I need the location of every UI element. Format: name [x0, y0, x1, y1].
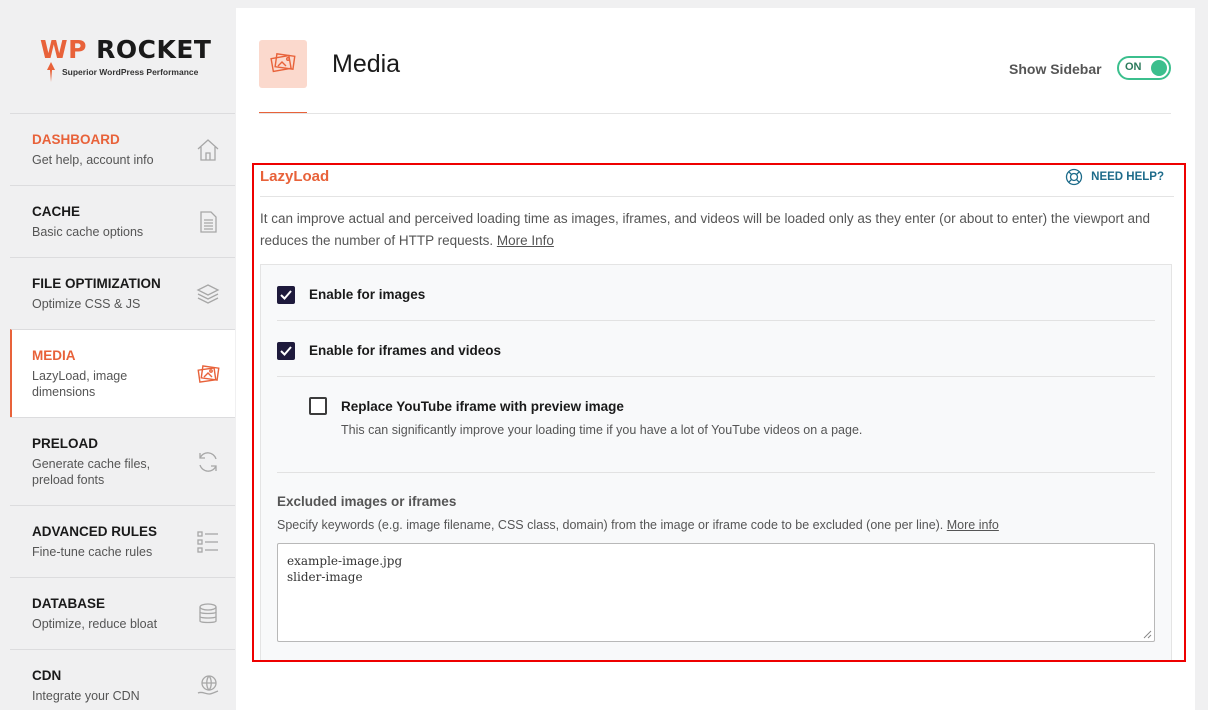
logo-rocket: ROCKET [96, 35, 212, 64]
sidebar-item-title: ADVANCED RULES [32, 524, 158, 539]
iframes-checkbox[interactable] [277, 342, 295, 360]
images-label: Enable for images [309, 287, 426, 302]
list-icon [197, 530, 218, 553]
option-divider [277, 472, 1155, 473]
section-divider [260, 196, 1174, 197]
section-description: It can improve actual and perceived load… [260, 208, 1170, 252]
sidebar-item-title: CDN [32, 668, 62, 683]
database-icon [199, 602, 217, 623]
sidebar-item-subtitle: Optimize, reduce bloat [32, 617, 158, 631]
sidebar-item-subtitle: Generate cache files, preload fonts [32, 457, 151, 487]
need-help-link[interactable]: NEED HELP? [1065, 168, 1164, 186]
excluded-description: Specify keywords (e.g. image filename, C… [277, 518, 999, 532]
section-title: LazyLoad [260, 168, 330, 185]
excluded-description-text: Specify keywords (e.g. image filename, C… [277, 518, 944, 532]
sidebar-item-title: FILE OPTIMIZATION [32, 276, 161, 291]
globe-hand-icon [197, 674, 219, 695]
sidebar-item-file-optimization[interactable]: FILE OPTIMIZATION Optimize CSS & JS [10, 257, 235, 329]
sidebar-item-preload[interactable]: PRELOAD Generate cache files, preload fo… [10, 417, 235, 505]
sidebar-item-dashboard[interactable]: DASHBOARD Get help, account info [10, 113, 235, 185]
excluded-title: Excluded images or iframes [277, 494, 457, 509]
page-title: Media [332, 50, 401, 78]
option-divider [277, 320, 1155, 321]
youtube-description: This can significantly improve your load… [341, 423, 863, 437]
lifebuoy-icon [1066, 168, 1083, 186]
sidebar-nav: DASHBOARD Get help, account info CACHE B… [10, 113, 235, 710]
logo-wp: WP [40, 35, 87, 64]
rocket-flame-icon [47, 62, 55, 82]
option-enable-iframes[interactable]: Enable for iframes and videos [277, 341, 1155, 361]
toggle-knob [1151, 60, 1167, 76]
need-help-label: NEED HELP? [1091, 171, 1164, 183]
media-header-icon [259, 40, 307, 88]
images-checkbox[interactable] [277, 286, 295, 304]
toggle-state-label: ON [1125, 61, 1142, 73]
iframes-label: Enable for iframes and videos [309, 343, 502, 358]
sidebar-item-advanced-rules[interactable]: ADVANCED RULES Fine-tune cache rules [10, 505, 235, 577]
logo-tagline: Superior WordPress Performance [62, 67, 199, 77]
option-divider [277, 376, 1155, 377]
excluded-more-info-link[interactable]: More info [947, 518, 999, 532]
sidebar: WP ROCKET Superior WordPress Performance… [0, 0, 235, 710]
sidebar-item-title: CACHE [32, 204, 81, 219]
layers-icon [196, 283, 220, 304]
more-info-link[interactable]: More Info [497, 233, 554, 248]
sidebar-item-cache[interactable]: CACHE Basic cache options [10, 185, 235, 257]
images-icon [197, 364, 220, 383]
option-youtube-preview[interactable]: Replace YouTube iframe with preview imag… [309, 397, 1155, 441]
sidebar-item-subtitle: LazyLoad, image dimensions [32, 369, 128, 399]
file-icon [200, 210, 217, 233]
logo-text: WP ROCKET [40, 36, 211, 64]
wp-rocket-logo[interactable]: WP ROCKET Superior WordPress Performance [40, 36, 211, 86]
sidebar-item-title: PRELOAD [32, 436, 99, 451]
sidebar-item-subtitle: Fine-tune cache rules [32, 545, 153, 559]
textarea-line: example-image.jpg [287, 554, 403, 568]
sidebar-item-cdn[interactable]: CDN Integrate your CDN [10, 649, 235, 710]
checkmark-icon [280, 290, 292, 300]
refresh-icon [199, 451, 217, 472]
sidebar-item-subtitle: Integrate your CDN [32, 689, 140, 703]
sidebar-item-title: DATABASE [32, 596, 105, 611]
sidebar-item-subtitle: Basic cache options [32, 225, 144, 239]
header-divider [259, 113, 1171, 114]
sidebar-item-title: MEDIA [32, 348, 76, 363]
show-sidebar-toggle[interactable]: ON [1117, 56, 1171, 80]
resize-grip-icon[interactable] [1143, 630, 1152, 639]
sidebar-item-media[interactable]: MEDIA LazyLoad, image dimensions [10, 329, 235, 417]
sidebar-item-subtitle: Optimize CSS & JS [32, 297, 141, 311]
option-enable-images[interactable]: Enable for images [277, 285, 1155, 305]
lazyload-section: LazyLoad NEED HELP? It can improve actua… [252, 163, 1186, 662]
home-icon [197, 138, 219, 161]
textarea-line: slider-image [287, 570, 363, 584]
youtube-label: Replace YouTube iframe with preview imag… [341, 399, 624, 414]
checkmark-icon [280, 346, 292, 356]
sidebar-item-database[interactable]: DATABASE Optimize, reduce bloat [10, 577, 235, 649]
show-sidebar-label: Show Sidebar [1009, 61, 1102, 77]
youtube-checkbox[interactable] [309, 397, 327, 415]
description-text: It can improve actual and perceived load… [260, 211, 1150, 248]
sidebar-item-title: DASHBOARD [32, 132, 120, 147]
options-panel: Enable for images Enable for iframes and… [260, 264, 1172, 660]
sidebar-item-subtitle: Get help, account info [32, 153, 154, 167]
excluded-textarea[interactable]: example-image.jpg slider-image [277, 543, 1155, 642]
